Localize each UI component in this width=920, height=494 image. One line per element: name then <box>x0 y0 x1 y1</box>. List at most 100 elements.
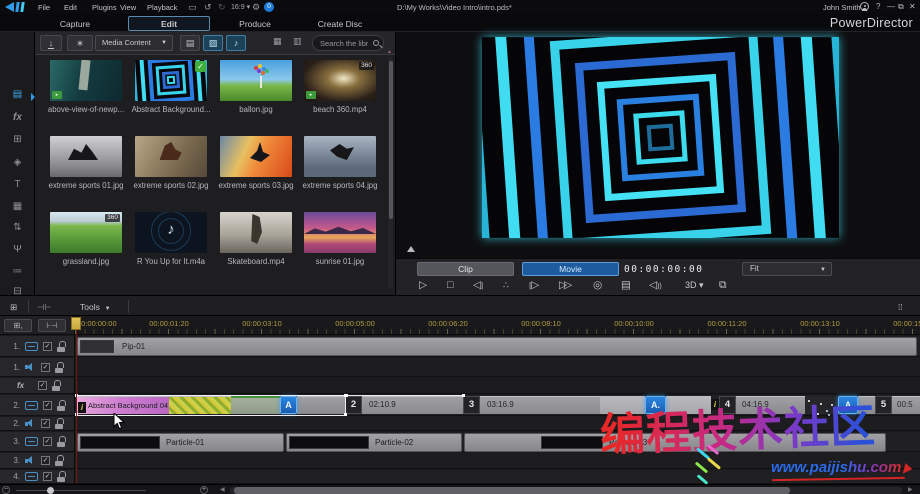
lock-icon[interactable] <box>55 455 64 466</box>
preview-video[interactable] <box>425 0 896 373</box>
menu-view[interactable]: View <box>120 3 136 12</box>
user-name[interactable]: John Smith <box>823 3 861 12</box>
scroll-up-icon[interactable]: ▲ <box>387 49 392 55</box>
transition-icon[interactable]: A. <box>645 396 666 414</box>
redo-icon[interactable]: ↻ <box>218 1 226 13</box>
fast-forward-icon[interactable]: ▷▷ <box>559 278 572 292</box>
effect-room-icon[interactable]: fx <box>0 110 35 128</box>
close-icon[interactable]: ✕ <box>909 2 916 12</box>
zoom-out-icon[interactable]: − <box>2 486 10 494</box>
clip-segment[interactable] <box>297 396 345 414</box>
clip-segment[interactable] <box>666 396 711 414</box>
zoom-fit-dropdown[interactable]: Fit ▼ <box>742 262 832 276</box>
fx-track-lane[interactable] <box>75 378 920 394</box>
playhead-marker-icon[interactable] <box>71 317 81 330</box>
clip-mode-button[interactable]: Clip <box>417 262 514 276</box>
scroll-left-icon[interactable]: ◀ <box>220 487 225 494</box>
menu-edit[interactable]: Edit <box>64 3 77 12</box>
seek-marker-button-icon[interactable]: ∴ <box>503 278 509 292</box>
clip-segment[interactable] <box>600 396 645 414</box>
snapshot-camera-icon[interactable]: ◎ <box>593 278 602 292</box>
clip-segment[interactable] <box>858 396 875 414</box>
clip-info-icon[interactable]: i <box>711 399 719 410</box>
lock-icon[interactable] <box>57 436 66 447</box>
lock-icon[interactable] <box>52 380 61 391</box>
timeline-clip[interactable]: Pip-01 <box>77 337 917 356</box>
segment-number-badge[interactable]: 4 <box>719 396 736 414</box>
media-room-icon[interactable]: ▤ <box>0 87 35 105</box>
tab-produce[interactable]: Produce <box>225 18 285 30</box>
filter-music-icon[interactable]: ♪ <box>226 35 246 51</box>
media-item[interactable]: extreme sports 04.jpg <box>297 136 383 200</box>
transition-room-icon[interactable]: ▦ <box>0 199 35 217</box>
playhead-line[interactable] <box>76 317 77 483</box>
menu-plugins[interactable]: Plugins <box>92 3 117 12</box>
restore-icon[interactable]: ⧉ <box>898 2 904 12</box>
tab-edit[interactable]: Edit <box>128 16 210 31</box>
lock-icon[interactable] <box>55 361 64 373</box>
selected-clip-segment[interactable]: Abstract Background 04 <box>77 396 169 414</box>
track-enable-checkbox[interactable]: ✓ <box>41 456 50 465</box>
media-item[interactable]: ✓ Abstract Background... <box>128 60 214 124</box>
grid-view-icon[interactable]: ▦ <box>273 36 282 47</box>
lock-icon[interactable] <box>57 471 66 482</box>
select-mode-icon[interactable]: ▭ <box>188 1 197 13</box>
media-item[interactable]: Skateboard.mp4 <box>213 212 299 276</box>
volume-icon[interactable]: ◁)) <box>649 278 662 294</box>
track-enable-checkbox[interactable]: ✓ <box>38 381 47 390</box>
timecode-display[interactable]: 00:00:00:00 <box>624 264 703 275</box>
clip-pattern-segment[interactable] <box>169 396 231 414</box>
minimize-icon[interactable]: — <box>887 2 895 12</box>
segment-number-badge[interactable]: 3 <box>463 396 480 414</box>
tab-create-disc[interactable]: Create Disc <box>305 18 375 30</box>
play-icon[interactable]: ▷ <box>419 278 427 292</box>
toolbar-overflow-icon[interactable]: ⁞⁞ <box>898 302 903 312</box>
media-item[interactable]: 360 ▸ beach 360.mp4 <box>297 60 383 124</box>
detail-view-icon[interactable]: ▥ <box>293 36 302 47</box>
transition-icon[interactable]: A <box>280 396 297 414</box>
split-clip-icon[interactable]: ⊣⊢ <box>37 302 52 313</box>
filter-video-icon[interactable]: ▤ <box>180 35 200 51</box>
media-item[interactable]: extreme sports 03.jpg <box>213 136 299 200</box>
timeline-clip[interactable]: Particle-03 <box>464 433 886 452</box>
zoom-slider[interactable] <box>16 490 146 491</box>
media-item[interactable]: ▸ above-view-of-newp... <box>43 60 129 124</box>
library-scrollbar[interactable] <box>388 57 393 289</box>
movie-mode-button[interactable]: Movie <box>522 262 619 276</box>
3d-mode-button[interactable]: 3D ▾ <box>685 278 704 292</box>
media-item[interactable]: sunrise 01.jpg <box>297 212 383 276</box>
pip-objects-room-icon[interactable]: ⊞ <box>0 132 35 150</box>
filter-photo-icon[interactable]: ▨ <box>203 35 223 51</box>
stop-icon[interactable]: □ <box>447 278 453 292</box>
audio-mixing-room-icon[interactable]: ⇅ <box>0 220 35 238</box>
clip-segment[interactable] <box>231 396 280 414</box>
track-enable-checkbox[interactable]: ✓ <box>43 400 52 410</box>
help-button[interactable]: ? <box>876 2 880 12</box>
track4-video-lane[interactable] <box>75 470 920 484</box>
media-item[interactable]: ♪ R You Up for It.m4a <box>128 212 214 276</box>
lock-icon[interactable] <box>55 418 64 429</box>
previous-frame-icon[interactable]: ◁| <box>473 278 483 293</box>
settings-gear-icon[interactable]: ⚙ <box>252 1 260 13</box>
menu-playback[interactable]: Playback <box>147 3 177 12</box>
scrollbar-thumb[interactable] <box>234 486 790 494</box>
segment-number-badge[interactable]: 2 <box>345 396 362 414</box>
clip-info-icon[interactable]: i <box>78 402 86 413</box>
scroll-right-icon[interactable]: ▶ <box>908 487 913 494</box>
title-room-icon[interactable]: T <box>0 177 35 195</box>
media-item[interactable]: extreme sports 01.jpg <box>43 136 129 200</box>
tools-dropdown[interactable]: Tools ▼ <box>80 302 111 312</box>
undo-icon[interactable]: ↺ <box>204 1 212 13</box>
design-packs-icon[interactable]: ∗ <box>67 35 93 51</box>
track1-audio-lane[interactable] <box>75 358 920 377</box>
next-frame-icon[interactable]: |▷ <box>529 278 539 293</box>
transition-icon[interactable]: A <box>838 396 858 414</box>
track-enable-checkbox[interactable]: ✓ <box>41 362 50 372</box>
zoom-in-icon[interactable]: + <box>200 486 208 494</box>
media-item[interactable]: 360 grassland.jpg <box>43 212 129 276</box>
track-manager-button[interactable]: ⊞, <box>4 319 32 332</box>
preview-quality-icon[interactable]: ▤ <box>621 278 631 292</box>
track2-audio-lane[interactable] <box>75 417 920 431</box>
notification-badge[interactable]: 0 <box>264 2 274 12</box>
particle-room-icon[interactable]: ◈ <box>0 155 35 173</box>
